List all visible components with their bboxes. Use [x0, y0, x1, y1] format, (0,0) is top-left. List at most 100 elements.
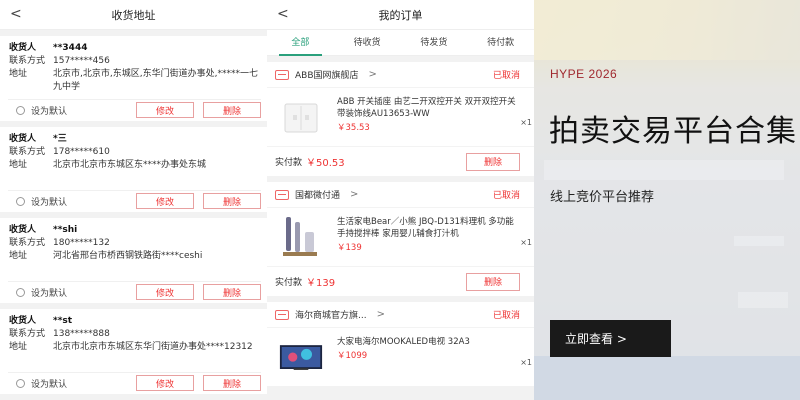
address-row: 地址 北京市,北京市,东城区,东华门街道办事处,*****一七九中学 [9, 68, 259, 94]
chevron-right-icon: > [368, 69, 377, 80]
product-title: 大家电海尔MOOKALED电视 32A3 [337, 337, 470, 347]
back-chevron-left-icon[interactable]: < [277, 6, 289, 22]
paid-label: 实付款 [275, 278, 303, 288]
product-image [279, 336, 323, 380]
receiver-name: *三 [53, 134, 67, 144]
product-image [279, 216, 323, 260]
shop-row[interactable]: 国都微付通 > 已取消 [267, 182, 534, 208]
paid-row: 实付款 ￥139 删除 [267, 266, 534, 296]
receiver-row: 收货人 **st [9, 315, 259, 328]
delete-button[interactable]: 删除 [203, 375, 261, 391]
radio-icon[interactable] [16, 287, 25, 297]
blender-image-icon [283, 217, 317, 256]
address-card[interactable]: 收货人 **shi 联系方式 180*****132 地址 河北省邢台市桥西钢铁路街*… [0, 218, 267, 303]
order-card[interactable]: 海尔商城官方旗... > 已取消 大家电海尔MOOKALED电视 32A3 ￥1… [267, 302, 534, 386]
tab-to-ship[interactable]: 待发货 [401, 30, 468, 56]
delete-button[interactable]: 删除 [203, 193, 261, 209]
receiver-name: **3444 [53, 43, 88, 53]
promo-subtitle: 线上竞价平台推荐 [550, 190, 655, 205]
address-card[interactable]: 收货人 *三 联系方式 178*****610 地址 北京市北京市东城区东****办事… [0, 127, 267, 212]
shop-row[interactable]: 海尔商城官方旗... > 已取消 [267, 302, 534, 328]
product-image [279, 96, 323, 140]
address-label: 地址 [9, 251, 28, 261]
address-card[interactable]: 收货人 **st 联系方式 138*****888 地址 北京市北京市东城区东华门街道… [0, 309, 267, 394]
delete-button[interactable]: 删除 [203, 284, 261, 300]
address-text: 北京市,北京市,东城区,东华门街道办事处,*****一七九中学 [53, 69, 258, 92]
goods-row[interactable]: ABB 开关插座 由艺二开双控开关 双开双控开关带装饰线AU13653-WW ￥… [267, 88, 534, 146]
radio-icon[interactable] [16, 196, 25, 206]
set-default-label[interactable]: 设为默认 [31, 377, 127, 390]
paid-amount: ￥50.53 [306, 158, 345, 169]
product-price: ￥1099 [337, 351, 368, 361]
goods-row[interactable]: 生活家电Bear／小熊 JBQ-D131料理机 多功能手持搅拌棒 家用婴儿辅食打… [267, 208, 534, 266]
receiver-row: 收货人 **shi [9, 224, 259, 237]
paid-label: 实付款 [275, 158, 303, 168]
address-row: 地址 北京市北京市东城区东****办事处东城 [9, 159, 259, 172]
set-default-label[interactable]: 设为默认 [31, 286, 127, 299]
view-now-button[interactable]: 立即查看 > [550, 320, 671, 357]
product-qty: ×1 [520, 358, 532, 367]
shop-row[interactable]: ABB国网旗舰店 > 已取消 [267, 62, 534, 88]
set-default-label[interactable]: 设为默认 [31, 104, 127, 117]
receiver-label: 收货人 [9, 134, 37, 144]
radio-icon[interactable] [16, 105, 25, 115]
contact-row: 联系方式 157*****456 [9, 55, 259, 68]
tab-to-pay[interactable]: 待付款 [467, 30, 534, 56]
address-row: 地址 河北省邢台市桥西钢铁路街****ceshi [9, 250, 259, 263]
product-info: ABB 开关插座 由艺二开双控开关 双开双控开关带装饰线AU13653-WW ￥… [337, 96, 534, 146]
contact-label: 联系方式 [9, 238, 46, 248]
radio-icon[interactable] [16, 378, 25, 388]
orders-panel: < 我的订单 全部 待收货 待发货 待付款 ABB国网旗舰店 > 已取消 ABB… [267, 0, 534, 400]
product-price: ￥139 [337, 243, 362, 253]
orders-nav-bar: < 我的订单 [267, 0, 534, 30]
address-row: 地址 北京市北京市东城区东华门街道办事处****12312 [9, 341, 259, 354]
address-actions: 设为默认 修改 删除 [8, 99, 261, 118]
promo-panel: HYPE 2026 拍卖交易平台合集 线上竞价平台推荐 立即查看 > [534, 0, 800, 400]
address-text: 北京市北京市东城区东华门街道办事处****12312 [53, 342, 253, 352]
contact-row: 联系方式 178*****610 [9, 146, 259, 159]
promo-title: 拍卖交易平台合集 [549, 114, 797, 149]
back-chevron-left-icon[interactable]: < [10, 6, 22, 22]
product-info: 大家电海尔MOOKALED电视 32A3 ￥1099 [337, 336, 534, 386]
contact-phone: 180*****132 [53, 238, 110, 248]
delete-button[interactable]: 删除 [203, 102, 261, 118]
order-card[interactable]: 国都微付通 > 已取消 生活家电Bear／小熊 JBQ-D131料理机 多功能手… [267, 182, 534, 296]
goods-row[interactable]: 大家电海尔MOOKALED电视 32A3 ￥1099 ×1 [267, 328, 534, 386]
address-actions: 设为默认 修改 删除 [8, 281, 261, 300]
contact-label: 联系方式 [9, 329, 46, 339]
address-card[interactable]: 收货人 **3444 联系方式 157*****456 地址 北京市,北京市,东城区,… [0, 36, 267, 121]
receiver-label: 收货人 [9, 225, 37, 235]
address-text: 北京市北京市东城区东****办事处东城 [53, 160, 207, 170]
address-actions: 设为默认 修改 删除 [8, 190, 261, 209]
receiver-row: 收货人 **3444 [9, 42, 259, 55]
edit-button[interactable]: 修改 [136, 375, 194, 391]
receiver-name: **st [53, 316, 73, 326]
contact-phone: 138*****888 [53, 329, 110, 339]
set-default-label[interactable]: 设为默认 [31, 195, 127, 208]
contact-row: 联系方式 138*****888 [9, 328, 259, 341]
shop-icon [275, 189, 289, 200]
product-info: 生活家电Bear／小熊 JBQ-D131料理机 多功能手持搅拌棒 家用婴儿辅食打… [337, 216, 534, 266]
receiver-name: **shi [53, 225, 78, 235]
delete-order-button[interactable]: 删除 [466, 152, 520, 171]
page-title: 收货地址 [111, 8, 156, 22]
product-title: 生活家电Bear／小熊 JBQ-D131料理机 多功能手持搅拌棒 家用婴儿辅食打… [337, 217, 514, 239]
order-status: 已取消 [492, 311, 520, 321]
receiver-label: 收货人 [9, 43, 37, 53]
product-price: ￥35.53 [337, 123, 370, 133]
address-nav-bar: < 收货地址 [0, 0, 267, 30]
shop-name: 国都微付通 [295, 191, 341, 201]
tab-all[interactable]: 全部 [267, 30, 334, 56]
edit-button[interactable]: 修改 [136, 284, 194, 300]
edit-button[interactable]: 修改 [136, 102, 194, 118]
paid-amount: ￥139 [306, 278, 336, 289]
delete-order-button[interactable]: 删除 [466, 272, 520, 291]
edit-button[interactable]: 修改 [136, 193, 194, 209]
product-qty: ×1 [520, 118, 532, 127]
address-text: 河北省邢台市桥西钢铁路街****ceshi [53, 251, 203, 261]
address-label: 地址 [9, 69, 28, 79]
tab-to-receive[interactable]: 待收货 [334, 30, 401, 56]
order-card[interactable]: ABB国网旗舰店 > 已取消 ABB 开关插座 由艺二开双控开关 双开双控开关带… [267, 62, 534, 176]
order-status: 已取消 [492, 191, 520, 201]
chevron-right-icon: > [350, 189, 359, 200]
